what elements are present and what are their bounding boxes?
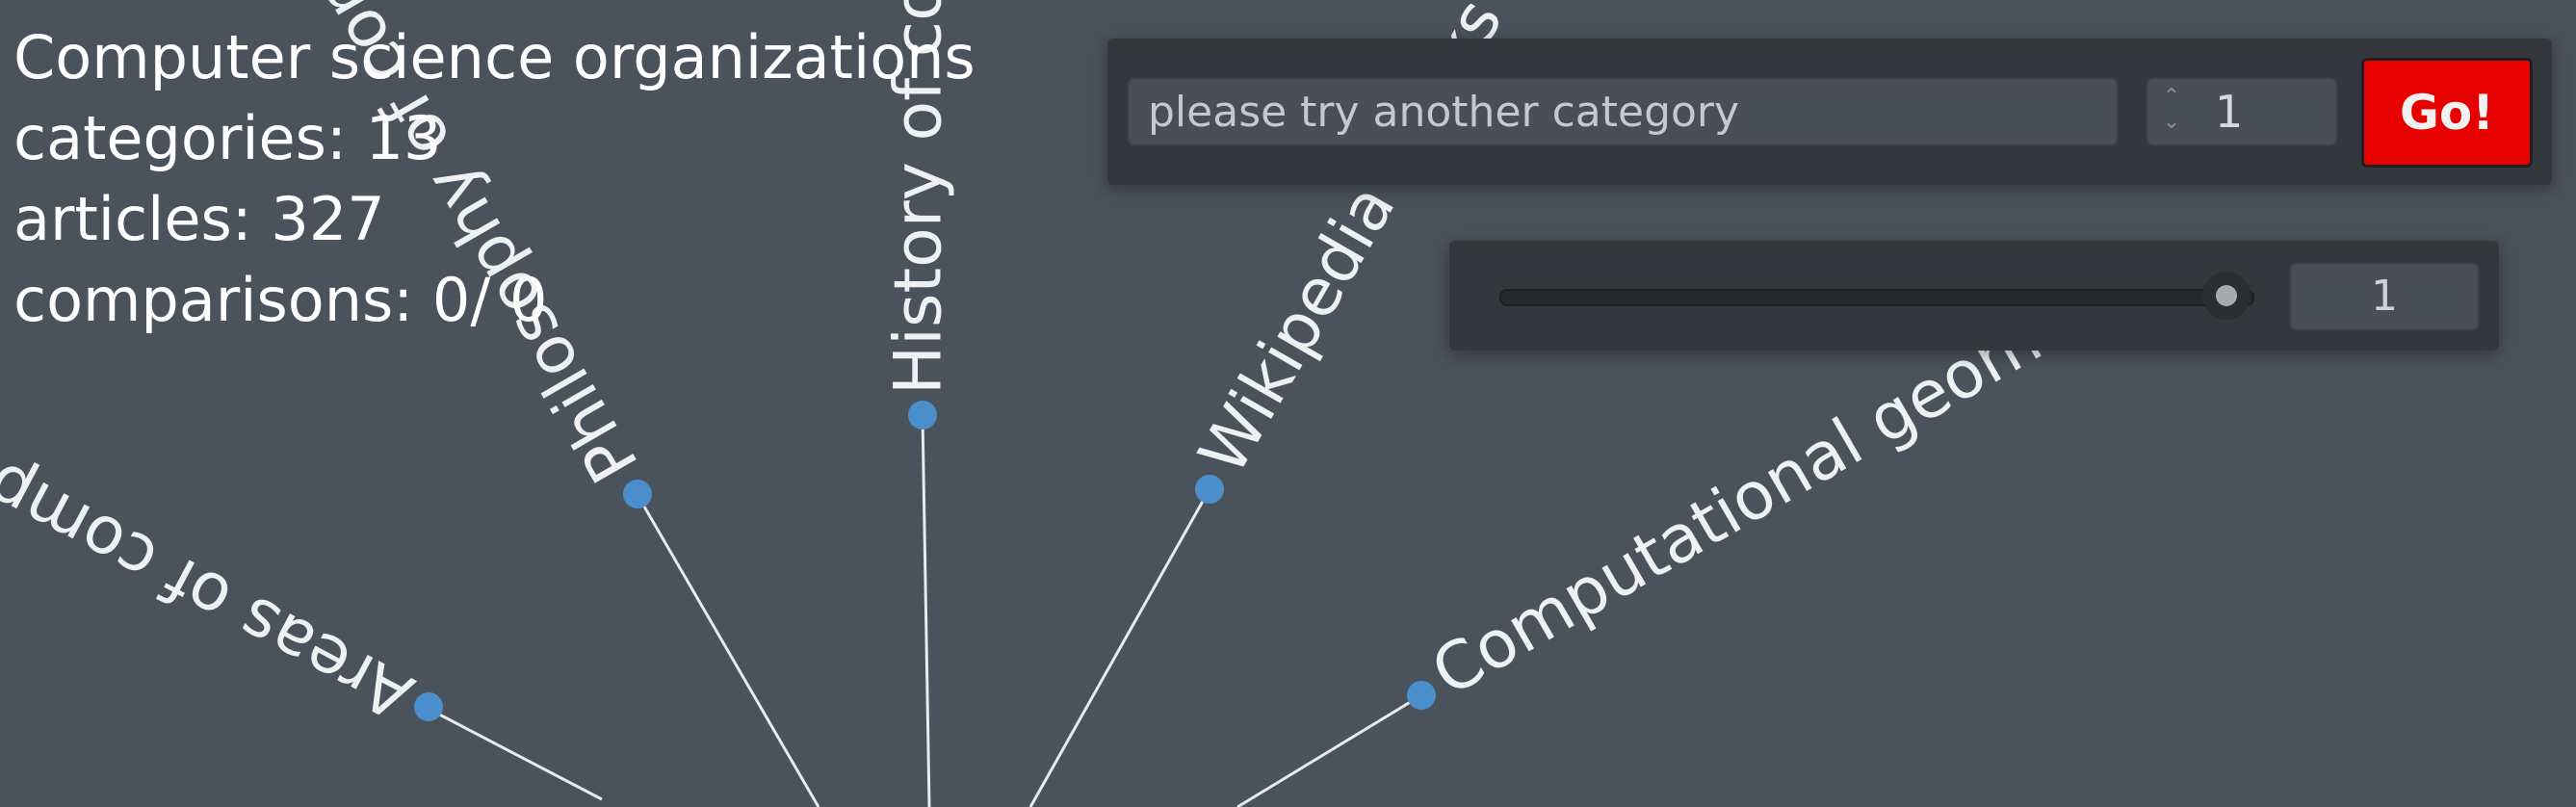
depth-spinner[interactable]: ⌃ ⌄ 1 (2146, 77, 2338, 146)
category-search-input[interactable] (1127, 77, 2119, 146)
edge-areas (428, 707, 603, 801)
slider-panel: 1 (1449, 241, 2499, 351)
node-philosophy[interactable] (623, 480, 652, 508)
slider-handle[interactable] (2202, 272, 2251, 320)
spinner-arrows-icon[interactable]: ⌃ ⌄ (2157, 85, 2186, 139)
stats-overlay: Computer science organizations categorie… (13, 17, 976, 341)
categories-count: categories: 13 (13, 103, 442, 173)
edge-computational-geometry (1236, 693, 1422, 807)
search-panel: ⌃⌄ 1 Go! (1107, 39, 2552, 185)
edge-history (921, 415, 931, 807)
edge-philosophy (636, 494, 820, 807)
node-areas[interactable] (414, 692, 443, 721)
slider-value-field[interactable]: 1 (2289, 262, 2480, 331)
comparisons-count: comparisons: 0/ 0 (13, 265, 548, 335)
node-computational-geometry[interactable] (1407, 681, 1436, 710)
articles-count: articles: 327 (13, 184, 385, 254)
go-button[interactable]: Go! (2361, 58, 2533, 168)
node-history[interactable] (908, 401, 937, 430)
edge-wikipedia-books (1028, 488, 1211, 807)
depth-value: 1 (2215, 86, 2244, 138)
graph-title: Computer science organizations (13, 22, 976, 92)
slider-track[interactable] (1499, 289, 2254, 306)
node-wikipedia-books[interactable] (1195, 475, 1224, 504)
